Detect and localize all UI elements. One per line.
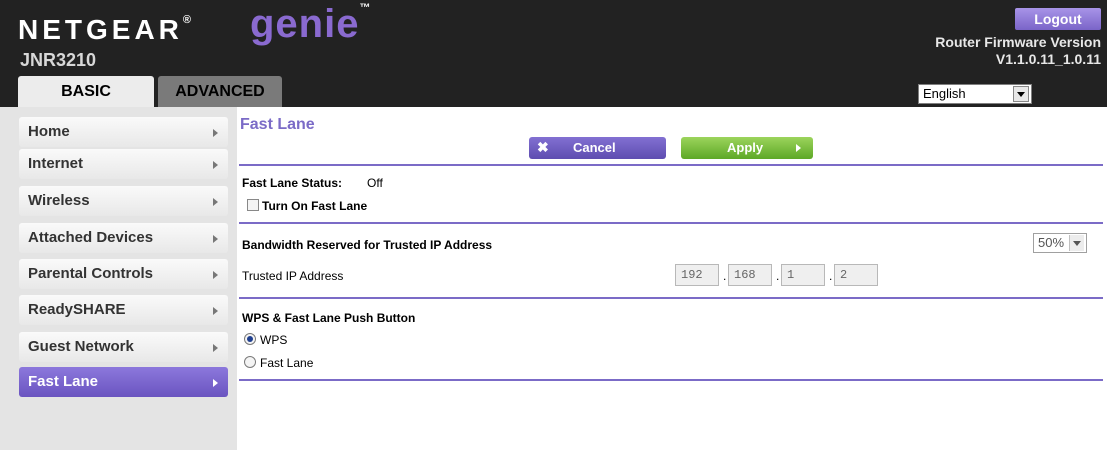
ip-separator: . [723,269,727,283]
sidebar-item-fast-lane[interactable]: Fast Lane [19,367,228,397]
triangle-right-icon [213,235,218,243]
sidebar-item-label: Fast Lane [28,373,99,390]
divider [239,164,1103,166]
trusted-ip-octet-1[interactable]: 192 [675,264,719,286]
trusted-ip-octet-4[interactable]: 2 [834,264,878,286]
bandwidth-label: Bandwidth Reserved for Trusted IP Addres… [242,238,493,252]
sidebar-item-label: Guest Network [28,338,134,355]
logout-button[interactable]: Logout [1015,8,1101,30]
triangle-right-icon [213,307,218,315]
wps-radio-label: WPS [260,333,288,347]
triangle-right-icon [213,161,218,169]
chevron-down-icon [1013,86,1029,102]
bandwidth-select[interactable]: 50% [1033,233,1087,253]
fast-lane-status-value: Off [367,176,383,190]
firmware-label: Router Firmware Version [935,34,1101,50]
main-content: Fast Lane ✖ Cancel Apply Fast Lane Statu… [237,107,1107,450]
sidebar-item-label: Internet [28,155,84,172]
brand-netgear: NETGEAR® [18,14,192,45]
language-value: English [923,86,966,101]
fast-lane-radio-label: Fast Lane [260,356,314,370]
sidebar-item-wireless[interactable]: Wireless [19,186,228,216]
brand-genie: genie™ [250,2,371,46]
cancel-label: Cancel [573,140,616,155]
triangle-right-icon [213,344,218,352]
triangle-right-icon [213,129,218,137]
sidebar-item-home[interactable]: Home [19,117,228,147]
sidebar-item-internet[interactable]: Internet [19,149,228,179]
apply-label: Apply [727,140,764,155]
divider [239,379,1103,381]
sidebar: Home Internet Wireless Attached Devices … [0,107,237,450]
page-title: Fast Lane [240,116,315,133]
apply-button[interactable]: Apply [681,137,813,159]
sidebar-item-label: Parental Controls [28,265,154,282]
tab-basic[interactable]: BASIC [18,76,154,107]
divider [239,297,1103,299]
triangle-right-icon [213,379,218,387]
triangle-right-icon [213,198,218,206]
trusted-ip-label: Trusted IP Address [242,269,344,283]
close-icon: ✖ [537,139,549,155]
sidebar-item-label: Attached Devices [28,229,154,246]
sidebar-item-readyshare[interactable]: ReadySHARE [19,295,228,325]
language-select[interactable]: English [918,84,1032,104]
sidebar-item-guest-network[interactable]: Guest Network [19,332,228,362]
firmware-version: V1.1.0.11_1.0.11 [995,51,1101,67]
wps-radio[interactable] [244,333,256,345]
turn-on-fast-lane-label: Turn On Fast Lane [262,199,368,213]
sidebar-item-parental-controls[interactable]: Parental Controls [19,259,228,289]
trusted-ip-octet-3[interactable]: 1 [781,264,825,286]
header: NETGEAR® genie™ JNR3210 Logout Router Fi… [0,0,1107,107]
ip-separator: . [776,269,780,283]
wps-section-label: WPS & Fast Lane Push Button [242,311,416,325]
triangle-right-icon [796,144,801,152]
sidebar-item-attached-devices[interactable]: Attached Devices [19,223,228,253]
tab-advanced[interactable]: ADVANCED [158,76,282,107]
fast-lane-status-label: Fast Lane Status: [242,176,343,190]
turn-on-fast-lane-checkbox[interactable] [247,199,259,211]
bandwidth-value: 50% [1038,235,1065,250]
fast-lane-radio[interactable] [244,356,256,368]
ip-separator: . [829,269,833,283]
triangle-right-icon [213,271,218,279]
model-name: JNR3210 [20,50,97,70]
cancel-button[interactable]: ✖ Cancel [529,137,666,159]
divider [239,222,1103,224]
trusted-ip-octet-2[interactable]: 168 [728,264,772,286]
chevron-down-icon [1069,235,1084,251]
sidebar-item-label: Wireless [28,192,90,209]
sidebar-item-label: Home [28,123,70,140]
sidebar-item-label: ReadySHARE [28,301,126,318]
